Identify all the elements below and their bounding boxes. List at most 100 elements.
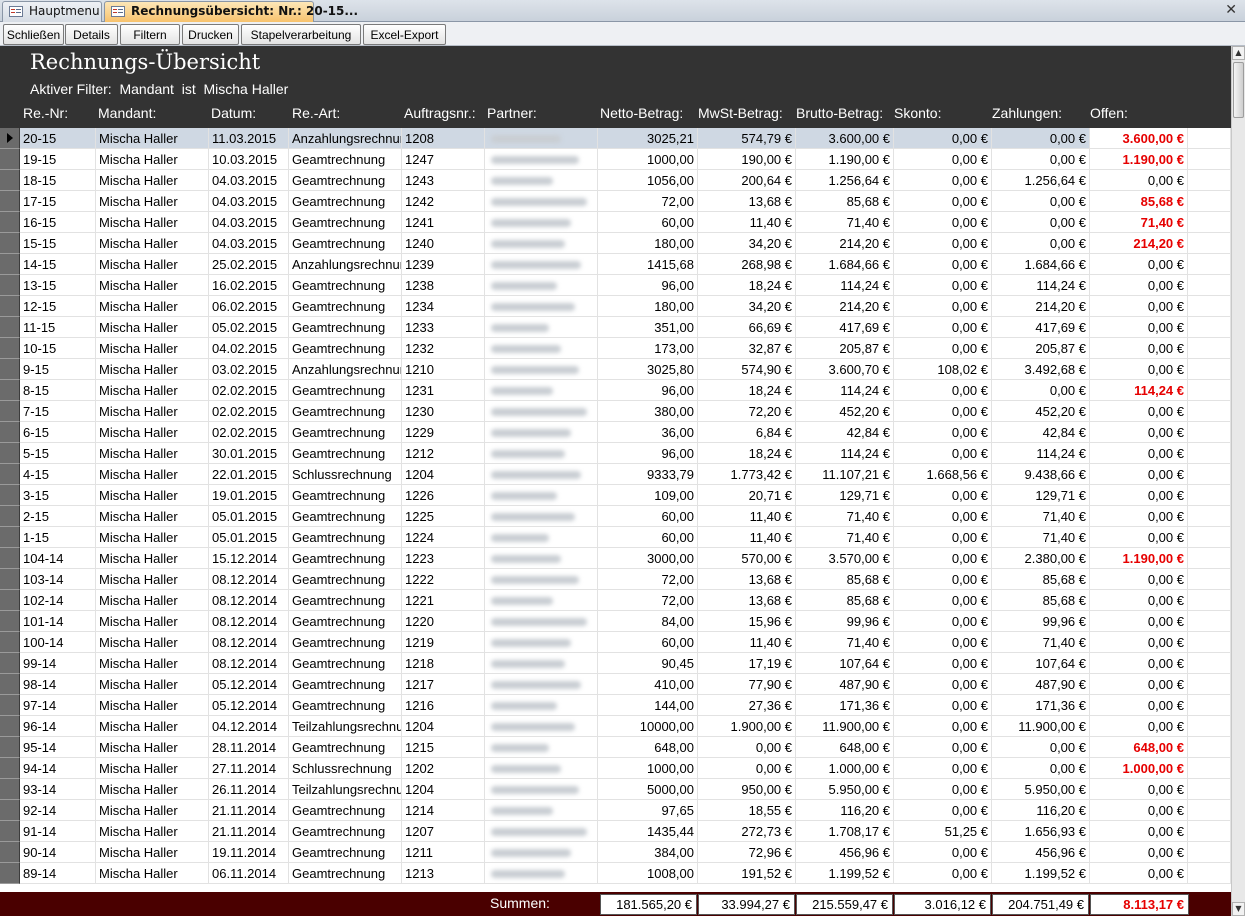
cell-brutto[interactable]: 205,87 € xyxy=(796,338,894,359)
cell-skonto[interactable]: 0,00 € xyxy=(894,590,992,611)
record-selector[interactable] xyxy=(0,254,20,275)
cell-mandant[interactable]: Mischa Haller xyxy=(96,464,209,485)
cell-mandant[interactable]: Mischa Haller xyxy=(96,359,209,380)
cell-art[interactable]: Anzahlungsrechnung xyxy=(289,359,402,380)
cell-skonto[interactable]: 0,00 € xyxy=(894,296,992,317)
cell-netto[interactable]: 90,45 xyxy=(598,653,698,674)
cell-brutto[interactable]: 3.570,00 € xyxy=(796,548,894,569)
cell-netto[interactable]: 384,00 xyxy=(598,842,698,863)
cell-mwst[interactable]: 18,24 € xyxy=(698,380,796,401)
cell-zahlungen[interactable]: 1.684,66 € xyxy=(992,254,1090,275)
record-selector[interactable] xyxy=(0,443,20,464)
cell-zahlungen[interactable]: 0,00 € xyxy=(992,149,1090,170)
cell-brutto[interactable]: 114,24 € xyxy=(796,275,894,296)
cell-brutto[interactable]: 1.256,64 € xyxy=(796,170,894,191)
cell-mwst[interactable]: 0,00 € xyxy=(698,758,796,779)
cell-netto[interactable]: 144,00 xyxy=(598,695,698,716)
cell-art[interactable]: Geamtrechnung xyxy=(289,842,402,863)
cell-nr[interactable]: 20-15 xyxy=(20,128,96,149)
cell-mandant[interactable]: Mischa Haller xyxy=(96,842,209,863)
cell-mandant[interactable]: Mischa Haller xyxy=(96,233,209,254)
table-row[interactable]: 101-14 Mischa Haller 08.12.2014 Geamtrechnu… xyxy=(0,611,1231,632)
cell-zahlungen[interactable]: 214,20 € xyxy=(992,296,1090,317)
cell-datum[interactable]: 22.01.2015 xyxy=(209,464,289,485)
cell-auftrag[interactable]: 1231 xyxy=(402,380,485,401)
cell-mandant[interactable]: Mischa Haller xyxy=(96,380,209,401)
cell-offen[interactable]: 114,24 € xyxy=(1090,380,1188,401)
cell-art[interactable]: Geamtrechnung xyxy=(289,296,402,317)
cell-partner[interactable] xyxy=(485,569,598,590)
cell-offen[interactable]: 0,00 € xyxy=(1090,443,1188,464)
cell-zahlungen[interactable]: 487,90 € xyxy=(992,674,1090,695)
cell-offen[interactable]: 0,00 € xyxy=(1090,674,1188,695)
cell-netto[interactable]: 72,00 xyxy=(598,191,698,212)
cell-nr[interactable]: 19-15 xyxy=(20,149,96,170)
cell-art[interactable]: Geamtrechnung xyxy=(289,191,402,212)
record-selector[interactable] xyxy=(0,716,20,737)
cell-mandant[interactable]: Mischa Haller xyxy=(96,506,209,527)
cell-partner[interactable] xyxy=(485,800,598,821)
cell-skonto[interactable]: 0,00 € xyxy=(894,338,992,359)
cell-zahlungen[interactable]: 116,20 € xyxy=(992,800,1090,821)
cell-partner[interactable] xyxy=(485,212,598,233)
cell-mandant[interactable]: Mischa Haller xyxy=(96,674,209,695)
cell-skonto[interactable]: 0,00 € xyxy=(894,674,992,695)
cell-mwst[interactable]: 77,90 € xyxy=(698,674,796,695)
cell-nr[interactable]: 101-14 xyxy=(20,611,96,632)
cell-partner[interactable] xyxy=(485,548,598,569)
record-selector[interactable] xyxy=(0,485,20,506)
cell-auftrag[interactable]: 1224 xyxy=(402,527,485,548)
record-selector[interactable] xyxy=(0,674,20,695)
cell-zahlungen[interactable]: 114,24 € xyxy=(992,443,1090,464)
cell-art[interactable]: Geamtrechnung xyxy=(289,548,402,569)
cell-partner[interactable] xyxy=(485,128,598,149)
cell-datum[interactable]: 05.01.2015 xyxy=(209,506,289,527)
cell-offen[interactable]: 0,00 € xyxy=(1090,422,1188,443)
cell-art[interactable]: Geamtrechnung xyxy=(289,443,402,464)
cell-mandant[interactable]: Mischa Haller xyxy=(96,611,209,632)
cell-auftrag[interactable]: 1216 xyxy=(402,695,485,716)
cell-art[interactable]: Geamtrechnung xyxy=(289,485,402,506)
cell-nr[interactable]: 17-15 xyxy=(20,191,96,212)
cell-offen[interactable]: 0,00 € xyxy=(1090,296,1188,317)
cell-brutto[interactable]: 11.107,21 € xyxy=(796,464,894,485)
cell-partner[interactable] xyxy=(485,443,598,464)
cell-auftrag[interactable]: 1213 xyxy=(402,863,485,884)
cell-zahlungen[interactable]: 42,84 € xyxy=(992,422,1090,443)
cell-mwst[interactable]: 11,40 € xyxy=(698,632,796,653)
record-selector[interactable] xyxy=(0,569,20,590)
cell-partner[interactable] xyxy=(485,674,598,695)
cell-offen[interactable]: 1.190,00 € xyxy=(1090,149,1188,170)
table-row[interactable]: 15-15 Mischa Haller 04.03.2015 Geamtrechnun… xyxy=(0,233,1231,254)
cell-art[interactable]: Geamtrechnung xyxy=(289,212,402,233)
cell-nr[interactable]: 3-15 xyxy=(20,485,96,506)
cell-offen[interactable]: 0,00 € xyxy=(1090,338,1188,359)
cell-zahlungen[interactable]: 71,40 € xyxy=(992,506,1090,527)
column-header-partner[interactable]: Partner: xyxy=(487,105,537,121)
cell-mandant[interactable]: Mischa Haller xyxy=(96,338,209,359)
cell-netto[interactable]: 84,00 xyxy=(598,611,698,632)
cell-offen[interactable]: 648,00 € xyxy=(1090,737,1188,758)
cell-auftrag[interactable]: 1240 xyxy=(402,233,485,254)
cell-zahlungen[interactable]: 0,00 € xyxy=(992,212,1090,233)
cell-brutto[interactable]: 71,40 € xyxy=(796,632,894,653)
cell-zahlungen[interactable]: 0,00 € xyxy=(992,191,1090,212)
record-selector[interactable] xyxy=(0,170,20,191)
cell-zahlungen[interactable]: 1.199,52 € xyxy=(992,863,1090,884)
cell-brutto[interactable]: 417,69 € xyxy=(796,317,894,338)
cell-mwst[interactable]: 20,71 € xyxy=(698,485,796,506)
cell-brutto[interactable]: 107,64 € xyxy=(796,653,894,674)
cell-nr[interactable]: 18-15 xyxy=(20,170,96,191)
cell-art[interactable]: Geamtrechnung xyxy=(289,863,402,884)
cell-brutto[interactable]: 114,24 € xyxy=(796,443,894,464)
cell-mwst[interactable]: 0,00 € xyxy=(698,737,796,758)
cell-art[interactable]: Geamtrechnung xyxy=(289,317,402,338)
cell-datum[interactable]: 05.01.2015 xyxy=(209,527,289,548)
record-selector[interactable] xyxy=(0,212,20,233)
cell-mwst[interactable]: 18,55 € xyxy=(698,800,796,821)
cell-netto[interactable]: 96,00 xyxy=(598,275,698,296)
cell-datum[interactable]: 11.03.2015 xyxy=(209,128,289,149)
cell-auftrag[interactable]: 1233 xyxy=(402,317,485,338)
cell-mwst[interactable]: 11,40 € xyxy=(698,506,796,527)
cell-zahlungen[interactable]: 452,20 € xyxy=(992,401,1090,422)
